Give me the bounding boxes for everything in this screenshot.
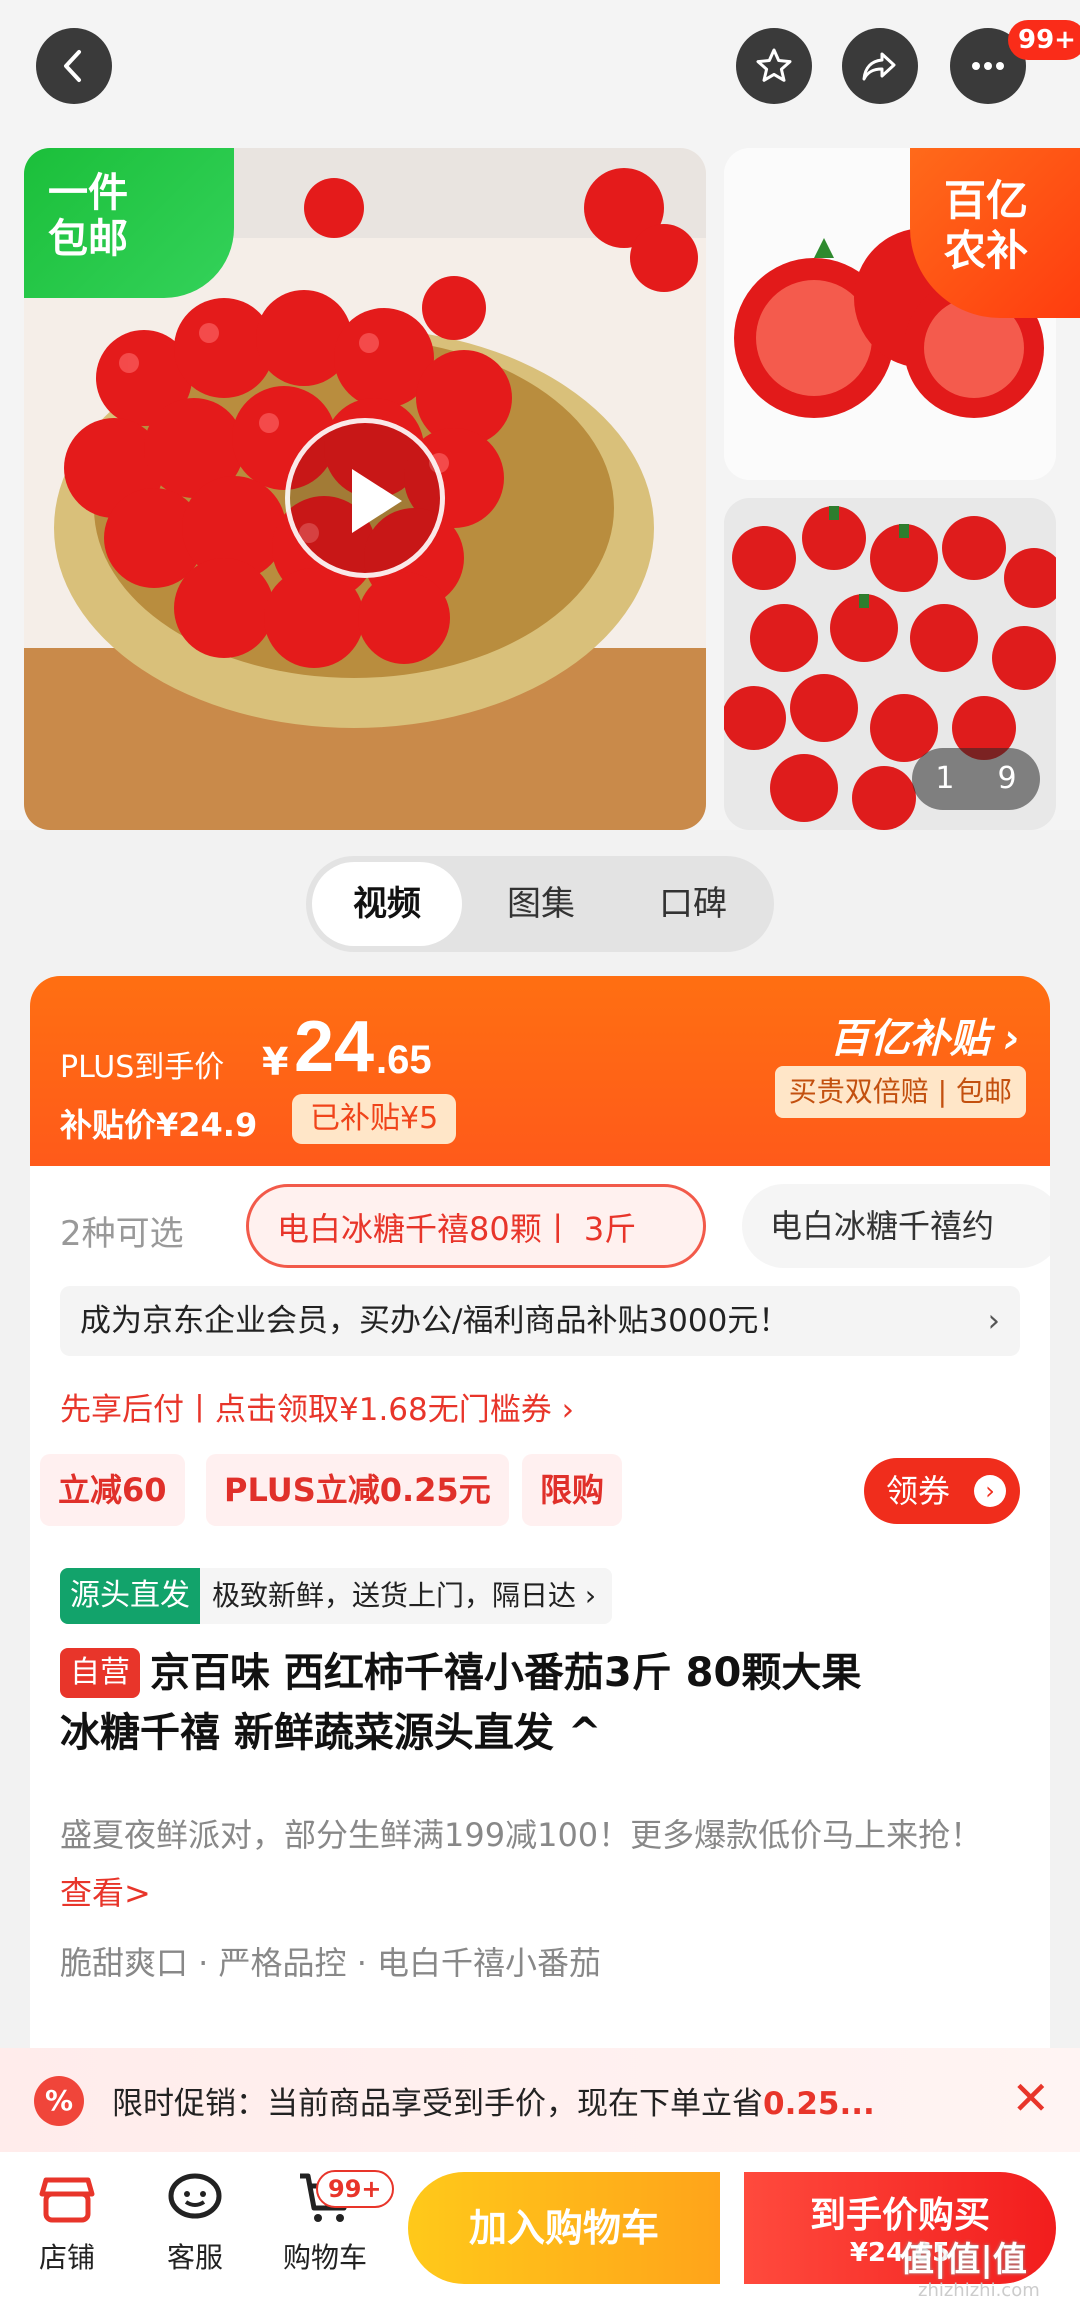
watermark-url: zhizhizhi.com	[918, 2280, 1040, 2301]
source-direct-tag[interactable]: 源头直发 极致新鲜，送货上门，隔日达 ›	[60, 1568, 613, 1624]
play-video-icon[interactable]	[285, 418, 445, 578]
cart-count-badge: 99+	[316, 2170, 394, 2208]
chevron-circle-icon: ›	[974, 1475, 1006, 1507]
nav-cart-label: 购物车	[282, 2241, 367, 2274]
chevron-right-icon: ›	[987, 1303, 1000, 1339]
percent-icon: %	[34, 2076, 84, 2126]
enterprise-member-banner[interactable]: 成为京东企业会员，买办公/福利商品补贴3000元！ ›	[60, 1286, 1020, 1356]
chevron-left-icon	[64, 50, 81, 82]
price-integer: 24	[294, 1007, 375, 1087]
promo-description-text: 盛夏夜鲜派对，部分生鲜满199减100！更多爆款低价马上来抢！	[60, 1816, 983, 1854]
limited-promo-bar[interactable]: % 限时促销：当前商品享受到手价，现在下单立省0.25... ✕	[0, 2048, 1080, 2152]
photo-counter-total: 9	[997, 761, 1017, 796]
nav-store-label: 店铺	[38, 2241, 95, 2274]
plus-price-label: PLUS到手价	[60, 1050, 225, 1085]
favorite-button[interactable]	[736, 28, 812, 104]
tab-gallery[interactable]: 图集	[466, 862, 616, 946]
product-title-text-1: 京百味 西红柿千禧小番茄3斤 80颗大果	[150, 1650, 862, 1696]
get-coupon-button[interactable]: 领券 ›	[864, 1458, 1020, 1524]
nav-store[interactable]: 店铺	[12, 2166, 122, 2276]
free-shipping-badge: 一件 包邮	[24, 148, 234, 298]
star-icon	[756, 48, 792, 82]
feature-tags: 脆甜爽口 · 严格品控 · 电白千禧小番茄	[60, 1944, 602, 1982]
chat-face-icon	[168, 2173, 222, 2219]
nav-customer-service[interactable]: 客服	[140, 2166, 250, 2276]
product-title-line-1: 自营 京百味 西红柿千禧小番茄3斤 80颗大果	[60, 1646, 1020, 1700]
nav-customer-service-label: 客服	[166, 2241, 223, 2274]
price-card: PLUS到手价 ¥ 24 .65 补贴价¥24.9 已补贴¥5 百亿补贴 › 买…	[30, 976, 1050, 2156]
photo-counter-current: 1	[935, 761, 955, 796]
product-info-panel: 2种可选 电白冰糖千禧80颗丨 3斤 电白冰糖千禧约 成为京东企业会员，买办公/…	[30, 1166, 1050, 2156]
pay-later-coupon-link[interactable]: 先享后付丨点击领取¥1.68无门槛券 ›	[60, 1384, 574, 1429]
promo-chip-limit: 限购	[522, 1454, 623, 1526]
spec-option-other[interactable]: 电白冰糖千禧约	[742, 1184, 1050, 1268]
promo-chip-discount: 立减60	[40, 1454, 185, 1526]
image-gallery: 一件 包邮 百亿 农补 1 9 99+	[0, 0, 1080, 830]
yi-subsidy-guarantee: 买贵双倍赔 | 包邮	[774, 1066, 1026, 1118]
promo-chip-plus: PLUS立减0.25元	[206, 1454, 509, 1526]
add-to-cart-button[interactable]: 加入购物车	[408, 2172, 720, 2284]
spec-count: 2种可选	[60, 1214, 184, 1254]
media-tabs: 视频 图集 口碑	[306, 856, 774, 952]
view-more-link[interactable]: 查看>	[60, 1874, 151, 1912]
share-button[interactable]	[842, 28, 918, 104]
more-dots-icon	[972, 62, 1004, 70]
product-page: 一件 包邮 百亿 农补 1 9 99+ 视频 图集 口碑 PLUS到手价 ¥ 2…	[0, 0, 1080, 2307]
enterprise-banner-text: 成为京东企业会员，买办公/福利商品补贴3000元！	[80, 1303, 790, 1339]
store-icon	[39, 2177, 95, 2223]
watermark-logo: 值|值|值	[900, 2240, 1027, 2280]
tab-video[interactable]: 视频	[312, 862, 462, 946]
self-operated-tag: 自营	[60, 1648, 140, 1698]
buy-button-label: 到手价购买	[809, 2195, 990, 2236]
coupon-button-label: 领券	[886, 1472, 951, 1510]
source-direct-text: 极致新鲜，送货上门，隔日达 ›	[212, 1579, 597, 1612]
product-title-line-2[interactable]: 冰糖千禧 新鲜蔬菜源头直发 ^	[60, 1706, 1020, 1760]
subsidy-price: 补贴价¥24.9	[60, 1106, 258, 1144]
share-arrow-icon	[862, 52, 896, 81]
message-count-badge: 99+	[1008, 20, 1080, 60]
yi-subsidy-link[interactable]: 百亿补贴 ›	[830, 1006, 1020, 1064]
spec-option-selected[interactable]: 电白冰糖千禧80颗丨 3斤	[246, 1184, 706, 1268]
price-currency: ¥	[262, 1040, 289, 1084]
source-direct-label: 源头直发	[60, 1568, 200, 1624]
price-decimal: .65	[376, 1038, 432, 1082]
subsidized-amount-chip: 已补贴¥5	[292, 1094, 457, 1144]
promo-description: 盛夏夜鲜派对，部分生鲜满199减100！更多爆款低价马上来抢！ 查看>	[60, 1806, 1020, 1922]
product-title-text-2: 冰糖千禧 新鲜蔬菜源头直发 ^	[60, 1710, 602, 1756]
tab-reviews[interactable]: 口碑	[618, 862, 768, 946]
promo-bar-amount: 0.25...	[763, 2086, 875, 2122]
promo-bar-text: 限时促销：当前商品享受到手价，现在下单立省0.25...	[112, 2086, 875, 2122]
close-icon[interactable]: ✕	[1011, 2070, 1050, 2126]
back-button[interactable]	[36, 28, 112, 104]
photo-counter: 1 9	[912, 748, 1040, 810]
